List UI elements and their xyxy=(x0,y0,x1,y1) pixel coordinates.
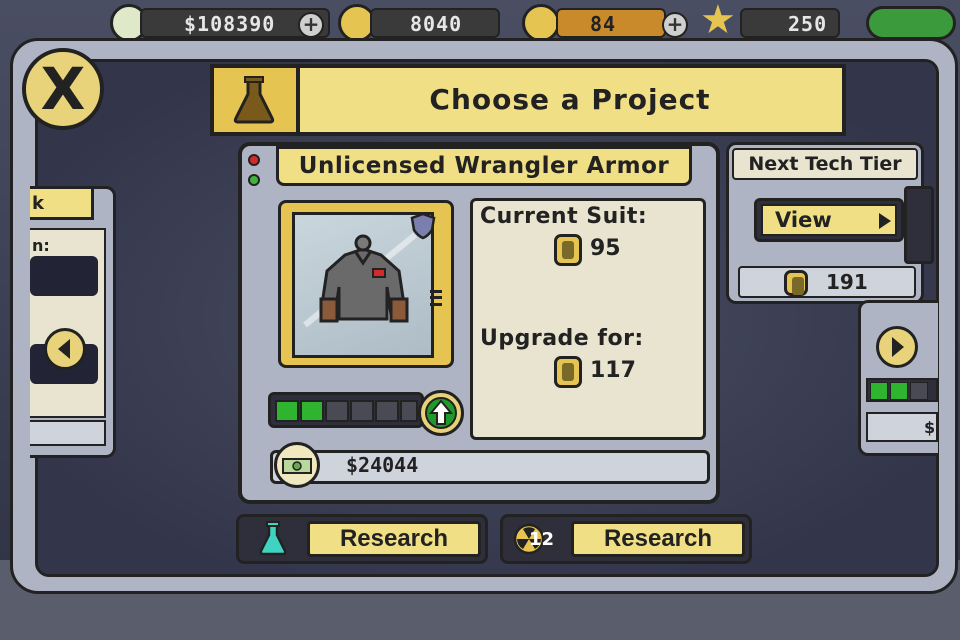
project-cost: $24044 xyxy=(346,453,419,477)
research-radiation-label: Research xyxy=(603,525,713,552)
research-radiation-button[interactable]: 12 Research xyxy=(500,514,752,564)
frame-notch xyxy=(430,290,442,306)
level-pip xyxy=(325,400,349,422)
slime-icon xyxy=(866,6,956,40)
upgrade-level-meter xyxy=(268,392,424,428)
previous-project-strip xyxy=(30,256,98,296)
cash-icon xyxy=(274,442,320,488)
upgrade-for-label: Upgrade for: xyxy=(480,326,644,351)
green-led-icon xyxy=(248,174,260,186)
shield-icon xyxy=(410,212,436,240)
add-money-button[interactable]: + xyxy=(298,12,324,38)
play-arrow-icon xyxy=(879,213,891,229)
next-arrow-button[interactable] xyxy=(876,326,918,368)
next-project-level-meter xyxy=(866,378,938,402)
chevron-left-icon xyxy=(58,339,70,359)
card-clamp xyxy=(904,186,934,264)
suit-token-icon xyxy=(554,234,582,266)
research-flask-label: Research xyxy=(339,525,449,552)
project-name: Unlicensed Wrangler Armor xyxy=(298,153,670,179)
close-icon: X xyxy=(40,55,86,123)
level-pip xyxy=(890,382,908,400)
top-hud: $108390 + 8040 84 + ★ 250 xyxy=(0,0,960,42)
current-suit-value: 95 xyxy=(590,236,621,261)
project-cost-bar xyxy=(270,450,710,484)
level-pip xyxy=(350,400,374,422)
add-energy-button[interactable]: + xyxy=(662,12,688,38)
star-icon: ★ xyxy=(700,0,736,43)
project-name-bar: Unlicensed Wrangler Armor xyxy=(276,146,692,186)
next-tier-value: 191 xyxy=(826,270,868,294)
view-label: View xyxy=(775,208,832,232)
radiation-cost: 12 xyxy=(529,529,555,550)
next-tech-tier-header: Next Tech Tier xyxy=(732,148,918,180)
chevron-right-icon xyxy=(892,337,904,357)
title-bar: Choose a Project xyxy=(210,64,846,136)
next-project-cost: $ xyxy=(866,412,938,442)
research-flask-button[interactable]: Research xyxy=(236,514,488,564)
suit-token-icon xyxy=(784,270,808,296)
upgrade-button[interactable] xyxy=(418,390,464,436)
upgrade-value: 117 xyxy=(590,358,636,383)
level-pip xyxy=(910,382,928,400)
stars-value: 250 xyxy=(788,12,828,36)
previous-project-label: n: xyxy=(32,236,50,255)
level-pip xyxy=(300,400,324,422)
suit-token-icon xyxy=(554,356,582,388)
level-pip xyxy=(400,400,418,422)
dialog-title: Choose a Project xyxy=(429,83,711,116)
previous-project-tab: k xyxy=(30,186,94,220)
arrow-up-icon xyxy=(425,397,457,429)
current-suit-label: Current Suit: xyxy=(480,204,648,229)
red-led-icon xyxy=(248,154,260,166)
close-button[interactable]: X xyxy=(22,48,104,130)
flask-icon xyxy=(259,521,287,556)
flask-icon-tab xyxy=(214,68,300,132)
level-pip xyxy=(375,400,399,422)
previous-project-footer xyxy=(30,420,106,446)
suit-info-panel xyxy=(470,198,706,440)
view-next-tier-button[interactable]: View xyxy=(754,198,904,242)
next-tech-tier-heading: Next Tech Tier xyxy=(748,153,902,175)
energy-value: 84 xyxy=(590,12,617,36)
level-pip xyxy=(275,400,299,422)
money-value: $108390 xyxy=(184,12,276,36)
previous-arrow-button[interactable] xyxy=(44,328,86,370)
flask-icon xyxy=(233,76,275,124)
energy-icon xyxy=(522,4,560,42)
radiation-value: 8040 xyxy=(410,12,463,36)
level-pip xyxy=(870,382,888,400)
